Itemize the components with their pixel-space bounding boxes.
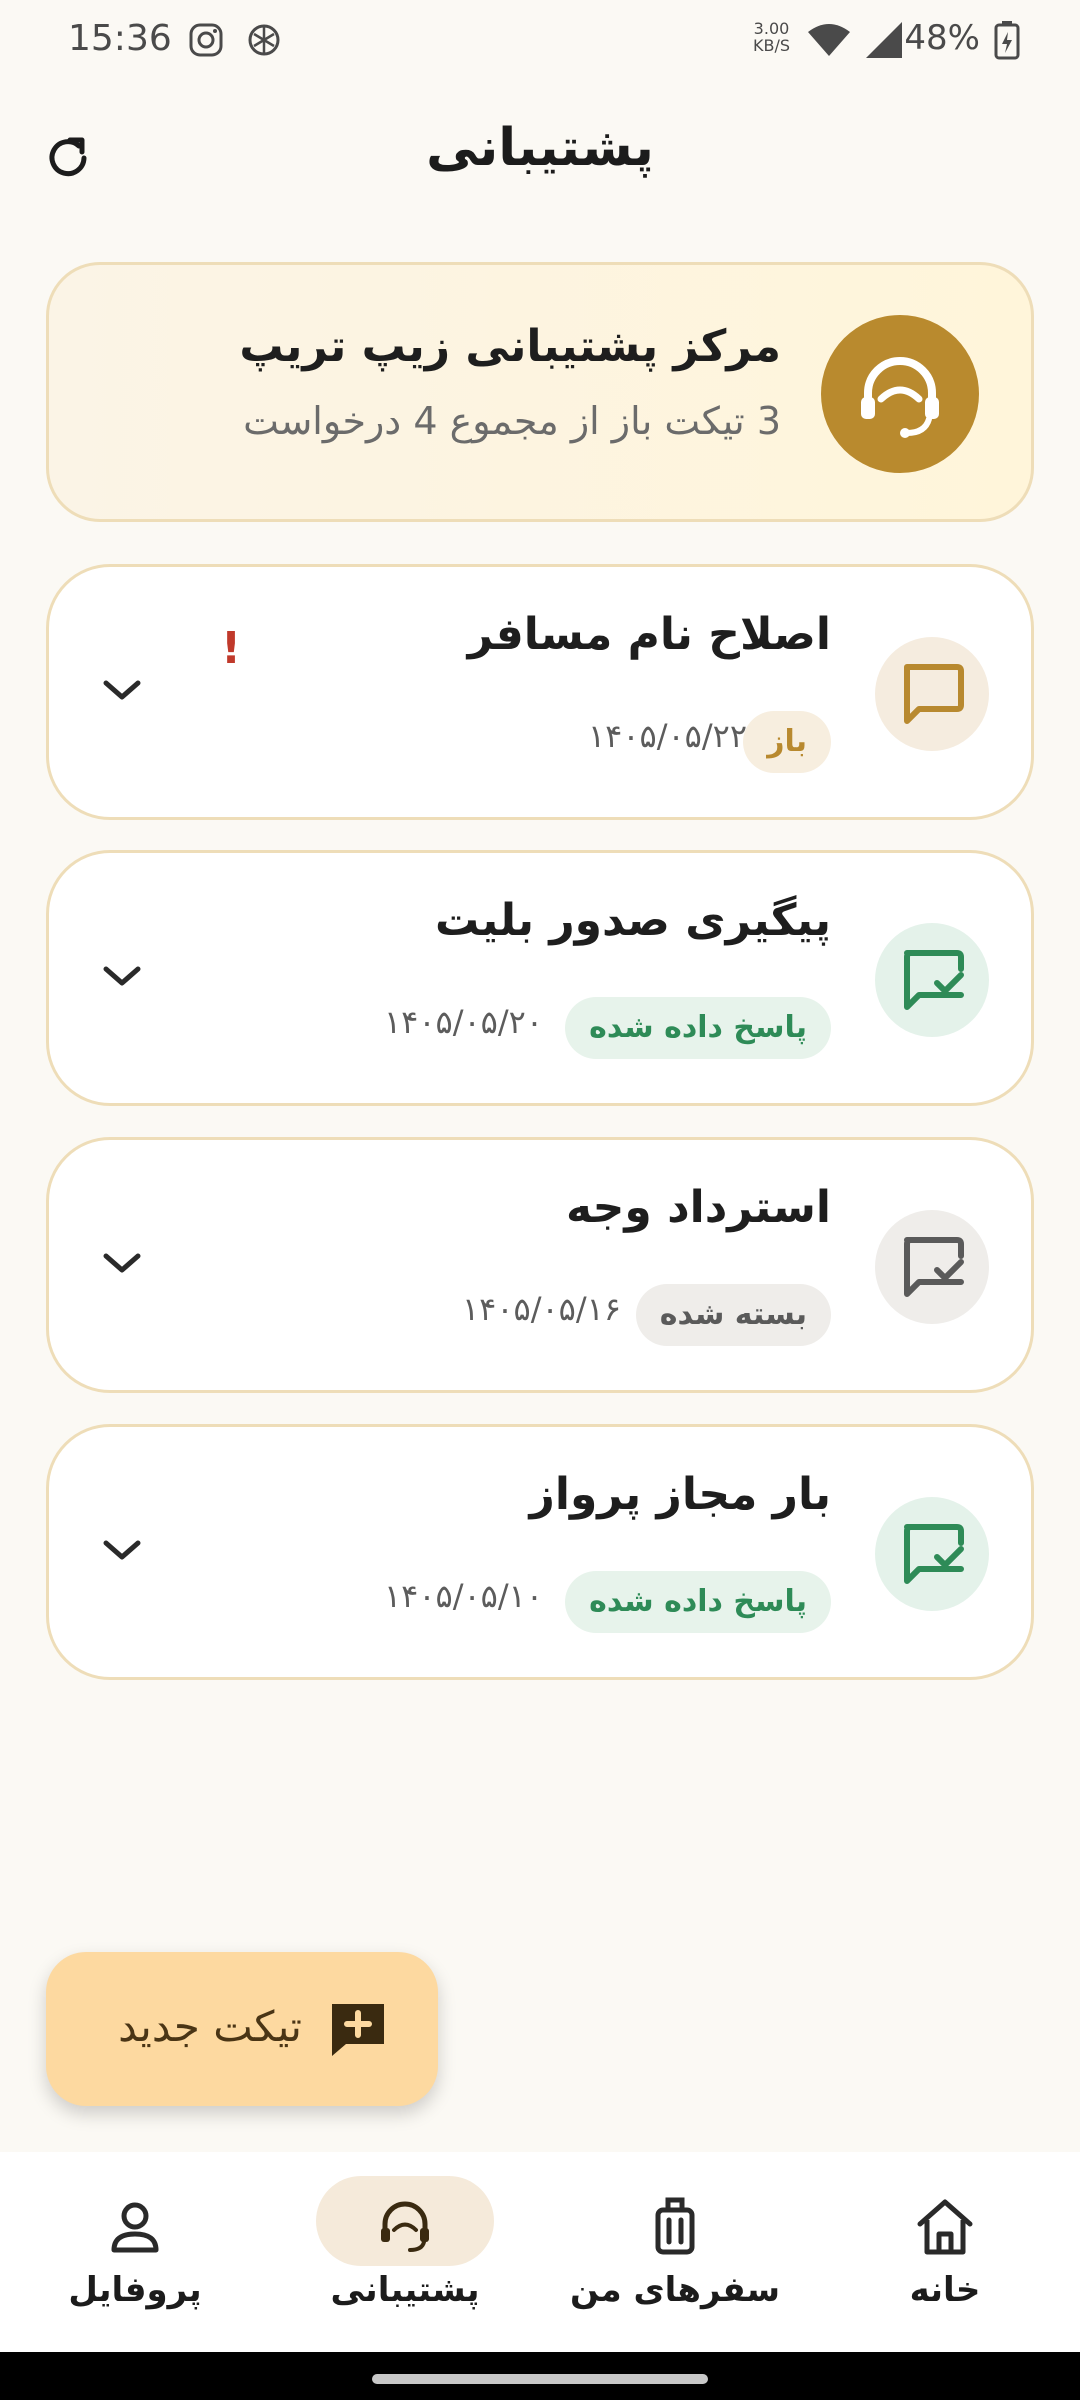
ticket-title: استرداد وجه (566, 1182, 831, 1233)
ticket-card[interactable]: بار مجاز پرواز پاسخ داده شده ۱۴۰۵/۰۵/۱۰ (46, 1424, 1034, 1680)
battery-percent: 48% (904, 18, 980, 58)
ticket-date: ۱۴۰۵/۰۵/۱۶ (461, 1290, 621, 1328)
speed-value: 3.00 (753, 19, 790, 38)
network-speed: 3.00 KB/S (753, 20, 790, 54)
add-comment-icon (332, 2004, 384, 2056)
luggage-icon (655, 2197, 695, 2255)
nav-item-support[interactable]: پشتیبانی (270, 2152, 540, 2352)
summary-subtitle: 3 تیکت باز از مجموع 4 درخواست (243, 399, 781, 443)
chat-bubble-icon (904, 664, 964, 724)
nav-label-home: خانه (909, 2270, 981, 2310)
status-badge: بسته شده (635, 1284, 831, 1346)
nav-item-profile[interactable]: پروفایل (0, 2152, 270, 2352)
ticket-title: پیگیری صدور بلیت (435, 895, 831, 946)
alert-icon: ! (221, 623, 242, 674)
ticket-date: ۱۴۰۵/۰۵/۲۲ (587, 717, 747, 755)
summary-title: مرکز پشتیبانی زیپ تریپ (239, 321, 781, 372)
signal-icon (866, 22, 902, 58)
instagram-icon (189, 23, 223, 57)
battery-charging-icon (994, 21, 1020, 60)
status-time: 15:36 (68, 18, 172, 59)
ticket-icon-wrap (875, 637, 989, 751)
ticket-icon-wrap (875, 1210, 989, 1324)
nav-label-support: پشتیبانی (330, 2270, 480, 2310)
chat-check-icon (904, 1524, 964, 1584)
support-headset-icon (381, 2201, 429, 2252)
nav-item-home[interactable]: خانه (810, 2152, 1080, 2352)
chevron-down-icon[interactable] (97, 961, 147, 991)
ticket-date: ۱۴۰۵/۰۵/۱۰ (383, 1577, 543, 1615)
nav-label-profile: پروفایل (68, 2270, 202, 2310)
status-badge: باز (743, 711, 831, 773)
chat-check-icon (904, 950, 964, 1010)
nav-label-my-trips: سفرهای من (569, 2270, 781, 2310)
support-center-summary: مرکز پشتیبانی زیپ تریپ 3 تیکت باز از مجم… (46, 262, 1034, 522)
home-icon (917, 2199, 973, 2255)
ticket-card[interactable]: پیگیری صدور بلیت پاسخ داده شده ۱۴۰۵/۰۵/۲… (46, 850, 1034, 1106)
status-badge: پاسخ داده شده (565, 997, 831, 1059)
chevron-down-icon[interactable] (97, 675, 147, 705)
ticket-title: بار مجاز پرواز (529, 1469, 831, 1520)
status-badge: پاسخ داده شده (565, 1571, 831, 1633)
gesture-handle[interactable] (372, 2374, 708, 2384)
nav-item-my-trips[interactable]: سفرهای من (540, 2152, 810, 2352)
person-icon (111, 2202, 159, 2253)
ticket-card[interactable]: اصلاح نام مسافر باز ۱۴۰۵/۰۵/۲۲ ! (46, 564, 1034, 820)
ticket-icon-wrap (875, 1497, 989, 1611)
chat-check-icon (904, 1237, 964, 1297)
page-title: پشتیبانی (426, 118, 654, 178)
ticket-date: ۱۴۰۵/۰۵/۲۰ (383, 1003, 543, 1041)
refresh-icon[interactable] (38, 128, 98, 188)
bottom-navigation: پروفایل پشتیبانی سفرهای من خانه (0, 2152, 1080, 2352)
wifi-icon (808, 24, 850, 56)
ticket-icon-wrap (875, 923, 989, 1037)
new-ticket-button[interactable]: تیکت جدید (46, 1952, 438, 2106)
chevron-down-icon[interactable] (97, 1535, 147, 1565)
chatgpt-icon (248, 24, 280, 56)
new-ticket-label: تیکت جدید (118, 2002, 302, 2051)
support-headset-icon (861, 357, 939, 438)
speed-unit: KB/S (752, 36, 790, 55)
ticket-title: اصلاح نام مسافر (467, 609, 831, 660)
ticket-card[interactable]: استرداد وجه بسته شده ۱۴۰۵/۰۵/۱۶ (46, 1137, 1034, 1393)
chevron-down-icon[interactable] (97, 1248, 147, 1278)
support-avatar (821, 315, 979, 473)
